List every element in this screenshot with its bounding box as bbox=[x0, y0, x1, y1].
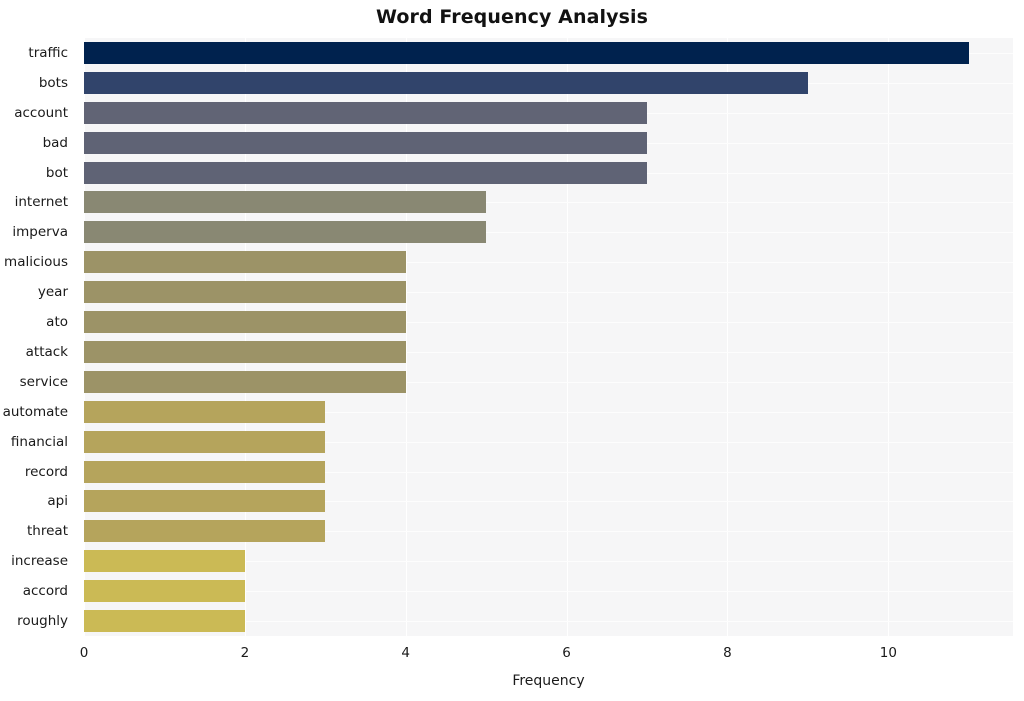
y-axis-tick-label: bots bbox=[38, 74, 68, 91]
bar bbox=[84, 580, 245, 603]
gridline-vertical bbox=[84, 38, 85, 636]
bar bbox=[84, 41, 969, 64]
bar bbox=[84, 400, 326, 423]
x-axis-tick-labels: 0 2 4 6 8 10 bbox=[0, 645, 1024, 669]
x-axis-tick-label: 0 bbox=[79, 645, 89, 661]
y-axis-tick-label: traffic bbox=[28, 44, 68, 61]
bar bbox=[84, 281, 406, 304]
bar bbox=[84, 550, 245, 573]
bar bbox=[84, 101, 648, 124]
plot-area bbox=[84, 38, 1013, 636]
y-axis-tick-label: account bbox=[14, 104, 68, 121]
bar bbox=[84, 370, 406, 393]
y-axis-tick-label: increase bbox=[11, 553, 68, 570]
y-axis-tick-label: attack bbox=[25, 343, 68, 360]
gridline-vertical bbox=[888, 38, 890, 636]
y-axis-tick-label: internet bbox=[14, 194, 68, 211]
bar bbox=[84, 131, 648, 154]
y-axis-tick-label: financial bbox=[10, 433, 68, 450]
bar bbox=[84, 221, 487, 244]
gridline-vertical bbox=[405, 38, 407, 636]
gridline-vertical bbox=[727, 38, 729, 636]
x-axis-tick-label: 4 bbox=[401, 645, 411, 661]
bar bbox=[84, 311, 406, 334]
bar bbox=[84, 340, 406, 363]
y-axis-tick-labels: traffic bots account bad bot internet imperva m… bbox=[0, 38, 76, 636]
y-axis-tick-label: service bbox=[19, 373, 68, 390]
chart-figure: Word Frequency Analysis traffic bots accou… bbox=[0, 0, 1024, 701]
bar bbox=[84, 490, 326, 513]
y-axis-tick-label: roughly bbox=[17, 613, 68, 630]
y-axis-tick-label: record bbox=[24, 463, 68, 480]
chart-title: Word Frequency Analysis bbox=[375, 6, 649, 28]
y-axis-tick-label: bad bbox=[42, 134, 68, 151]
bar bbox=[84, 610, 245, 633]
x-axis-title: Frequency bbox=[512, 673, 585, 689]
bar bbox=[84, 71, 808, 94]
y-axis-tick-label: bot bbox=[45, 164, 68, 181]
y-axis-tick-label: year bbox=[37, 284, 68, 301]
y-axis-tick-label: accord bbox=[22, 583, 68, 600]
y-axis-tick-label: imperva bbox=[12, 224, 68, 241]
x-axis-tick-label: 2 bbox=[240, 645, 250, 661]
gridline-vertical bbox=[244, 38, 246, 636]
x-axis-tick-label: 8 bbox=[723, 645, 732, 661]
y-axis-tick-label: threat bbox=[27, 523, 68, 540]
bar bbox=[84, 460, 326, 483]
bar bbox=[84, 430, 326, 453]
bar bbox=[84, 251, 406, 274]
y-axis-tick-label: ato bbox=[46, 314, 68, 331]
y-axis-tick-label: api bbox=[47, 493, 68, 510]
gridline-vertical bbox=[566, 38, 568, 636]
bar bbox=[84, 520, 326, 543]
y-axis-tick-label: malicious bbox=[4, 254, 68, 271]
x-axis-tick-label: 10 bbox=[879, 645, 897, 661]
y-axis-tick-label: automate bbox=[2, 403, 68, 420]
bar bbox=[84, 161, 648, 184]
x-axis-tick-label: 6 bbox=[562, 645, 571, 661]
bar bbox=[84, 191, 487, 214]
